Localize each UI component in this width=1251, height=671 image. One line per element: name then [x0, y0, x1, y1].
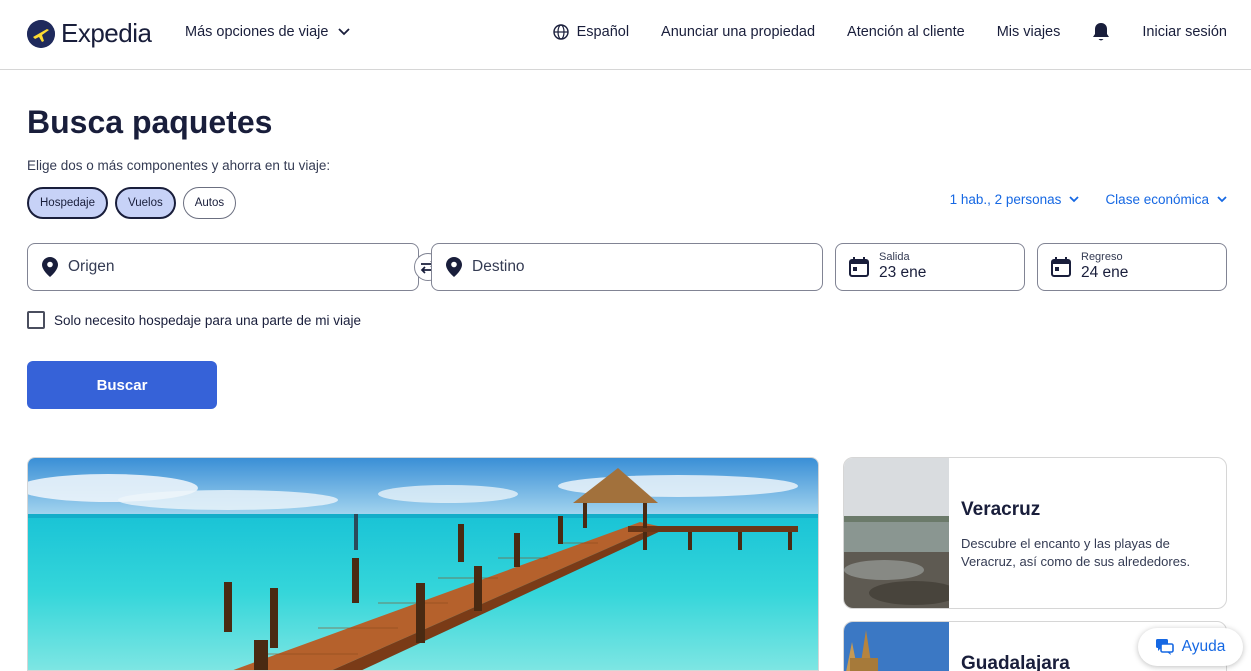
map-pin-icon	[42, 257, 58, 277]
map-pin-icon	[446, 257, 462, 277]
origin-field[interactable]: Origen	[27, 243, 419, 291]
destination-placeholder: Destino	[472, 258, 525, 275]
calendar-icon	[849, 257, 869, 277]
my-trips-link[interactable]: Mis viajes	[997, 24, 1061, 40]
logo-text: Expedia	[61, 18, 152, 48]
partial-stay-label: Solo necesito hospedaje para una parte d…	[54, 312, 361, 328]
expedia-logo[interactable]: Expedia	[27, 18, 152, 49]
help-button[interactable]: Ayuda	[1138, 628, 1243, 666]
chevron-down-icon	[1069, 196, 1080, 203]
travelers-dropdown[interactable]: 1 hab., 2 personas	[950, 192, 1080, 207]
destination-card-veracruz[interactable]: Veracruz Descubre el encanto y las playa…	[843, 457, 1227, 609]
departure-label: Salida	[879, 250, 910, 263]
language-label: Español	[576, 24, 630, 40]
language-selector[interactable]: Español	[552, 24, 630, 40]
return-value: 24 ene	[1081, 263, 1129, 281]
chat-bubbles-icon	[1155, 639, 1174, 655]
hero-beach-pier-image[interactable]	[27, 457, 819, 671]
header-nav: Español Anunciar una propiedad Atención …	[552, 22, 1227, 42]
list-property-link[interactable]: Anunciar una propiedad	[661, 24, 815, 40]
component-chips: Hospedaje Vuelos Autos	[27, 187, 237, 219]
page-title: Busca paquetes	[27, 104, 273, 140]
customer-support-link[interactable]: Atención al cliente	[847, 24, 965, 40]
chip-hospedaje[interactable]: Hospedaje	[27, 187, 108, 219]
sign-in-link[interactable]: Iniciar sesión	[1142, 24, 1227, 40]
help-label: Ayuda	[1181, 638, 1226, 655]
card-title: Guadalajara	[961, 653, 1070, 671]
card-description: Descubre el encanto y las playas de Vera…	[961, 536, 1191, 569]
partial-stay-checkbox[interactable]	[27, 311, 45, 329]
partial-stay-option[interactable]: Solo necesito hospedaje para una parte d…	[27, 311, 361, 329]
destination-field[interactable]: Destino	[431, 243, 823, 291]
guadalajara-image	[844, 622, 949, 671]
chevron-down-icon	[1217, 196, 1227, 203]
search-options: 1 hab., 2 personas Clase económica	[950, 192, 1227, 207]
return-date-field[interactable]: Regreso 24 ene	[1037, 243, 1227, 291]
top-header: Expedia Más opciones de viaje Español An…	[0, 0, 1251, 70]
origin-placeholder: Origen	[68, 258, 115, 275]
departure-date-field[interactable]: Salida 23 ene	[835, 243, 1025, 291]
card-title: Veracruz	[961, 499, 1041, 520]
chevron-down-icon	[338, 28, 351, 36]
expedia-logo-icon	[27, 19, 55, 48]
chip-vuelos[interactable]: Vuelos	[114, 187, 176, 219]
search-button[interactable]: Buscar	[27, 361, 217, 409]
page-subtitle: Elige dos o más componentes y ahorra en …	[27, 158, 331, 173]
cabin-class-label: Clase económica	[1105, 192, 1209, 207]
calendar-icon	[1051, 257, 1071, 277]
departure-value: 23 ene	[879, 263, 927, 281]
globe-icon	[552, 24, 569, 40]
chip-autos[interactable]: Autos	[182, 187, 237, 219]
veracruz-image	[844, 458, 949, 608]
cabin-class-dropdown[interactable]: Clase económica	[1105, 192, 1227, 207]
notifications-button[interactable]	[1092, 22, 1110, 42]
more-travel-options-label: Más opciones de viaje	[185, 24, 329, 40]
more-travel-options-menu[interactable]: Más opciones de viaje	[185, 24, 351, 40]
travelers-label: 1 hab., 2 personas	[949, 192, 1062, 207]
return-label: Regreso	[1081, 250, 1123, 263]
bell-icon	[1093, 23, 1110, 41]
